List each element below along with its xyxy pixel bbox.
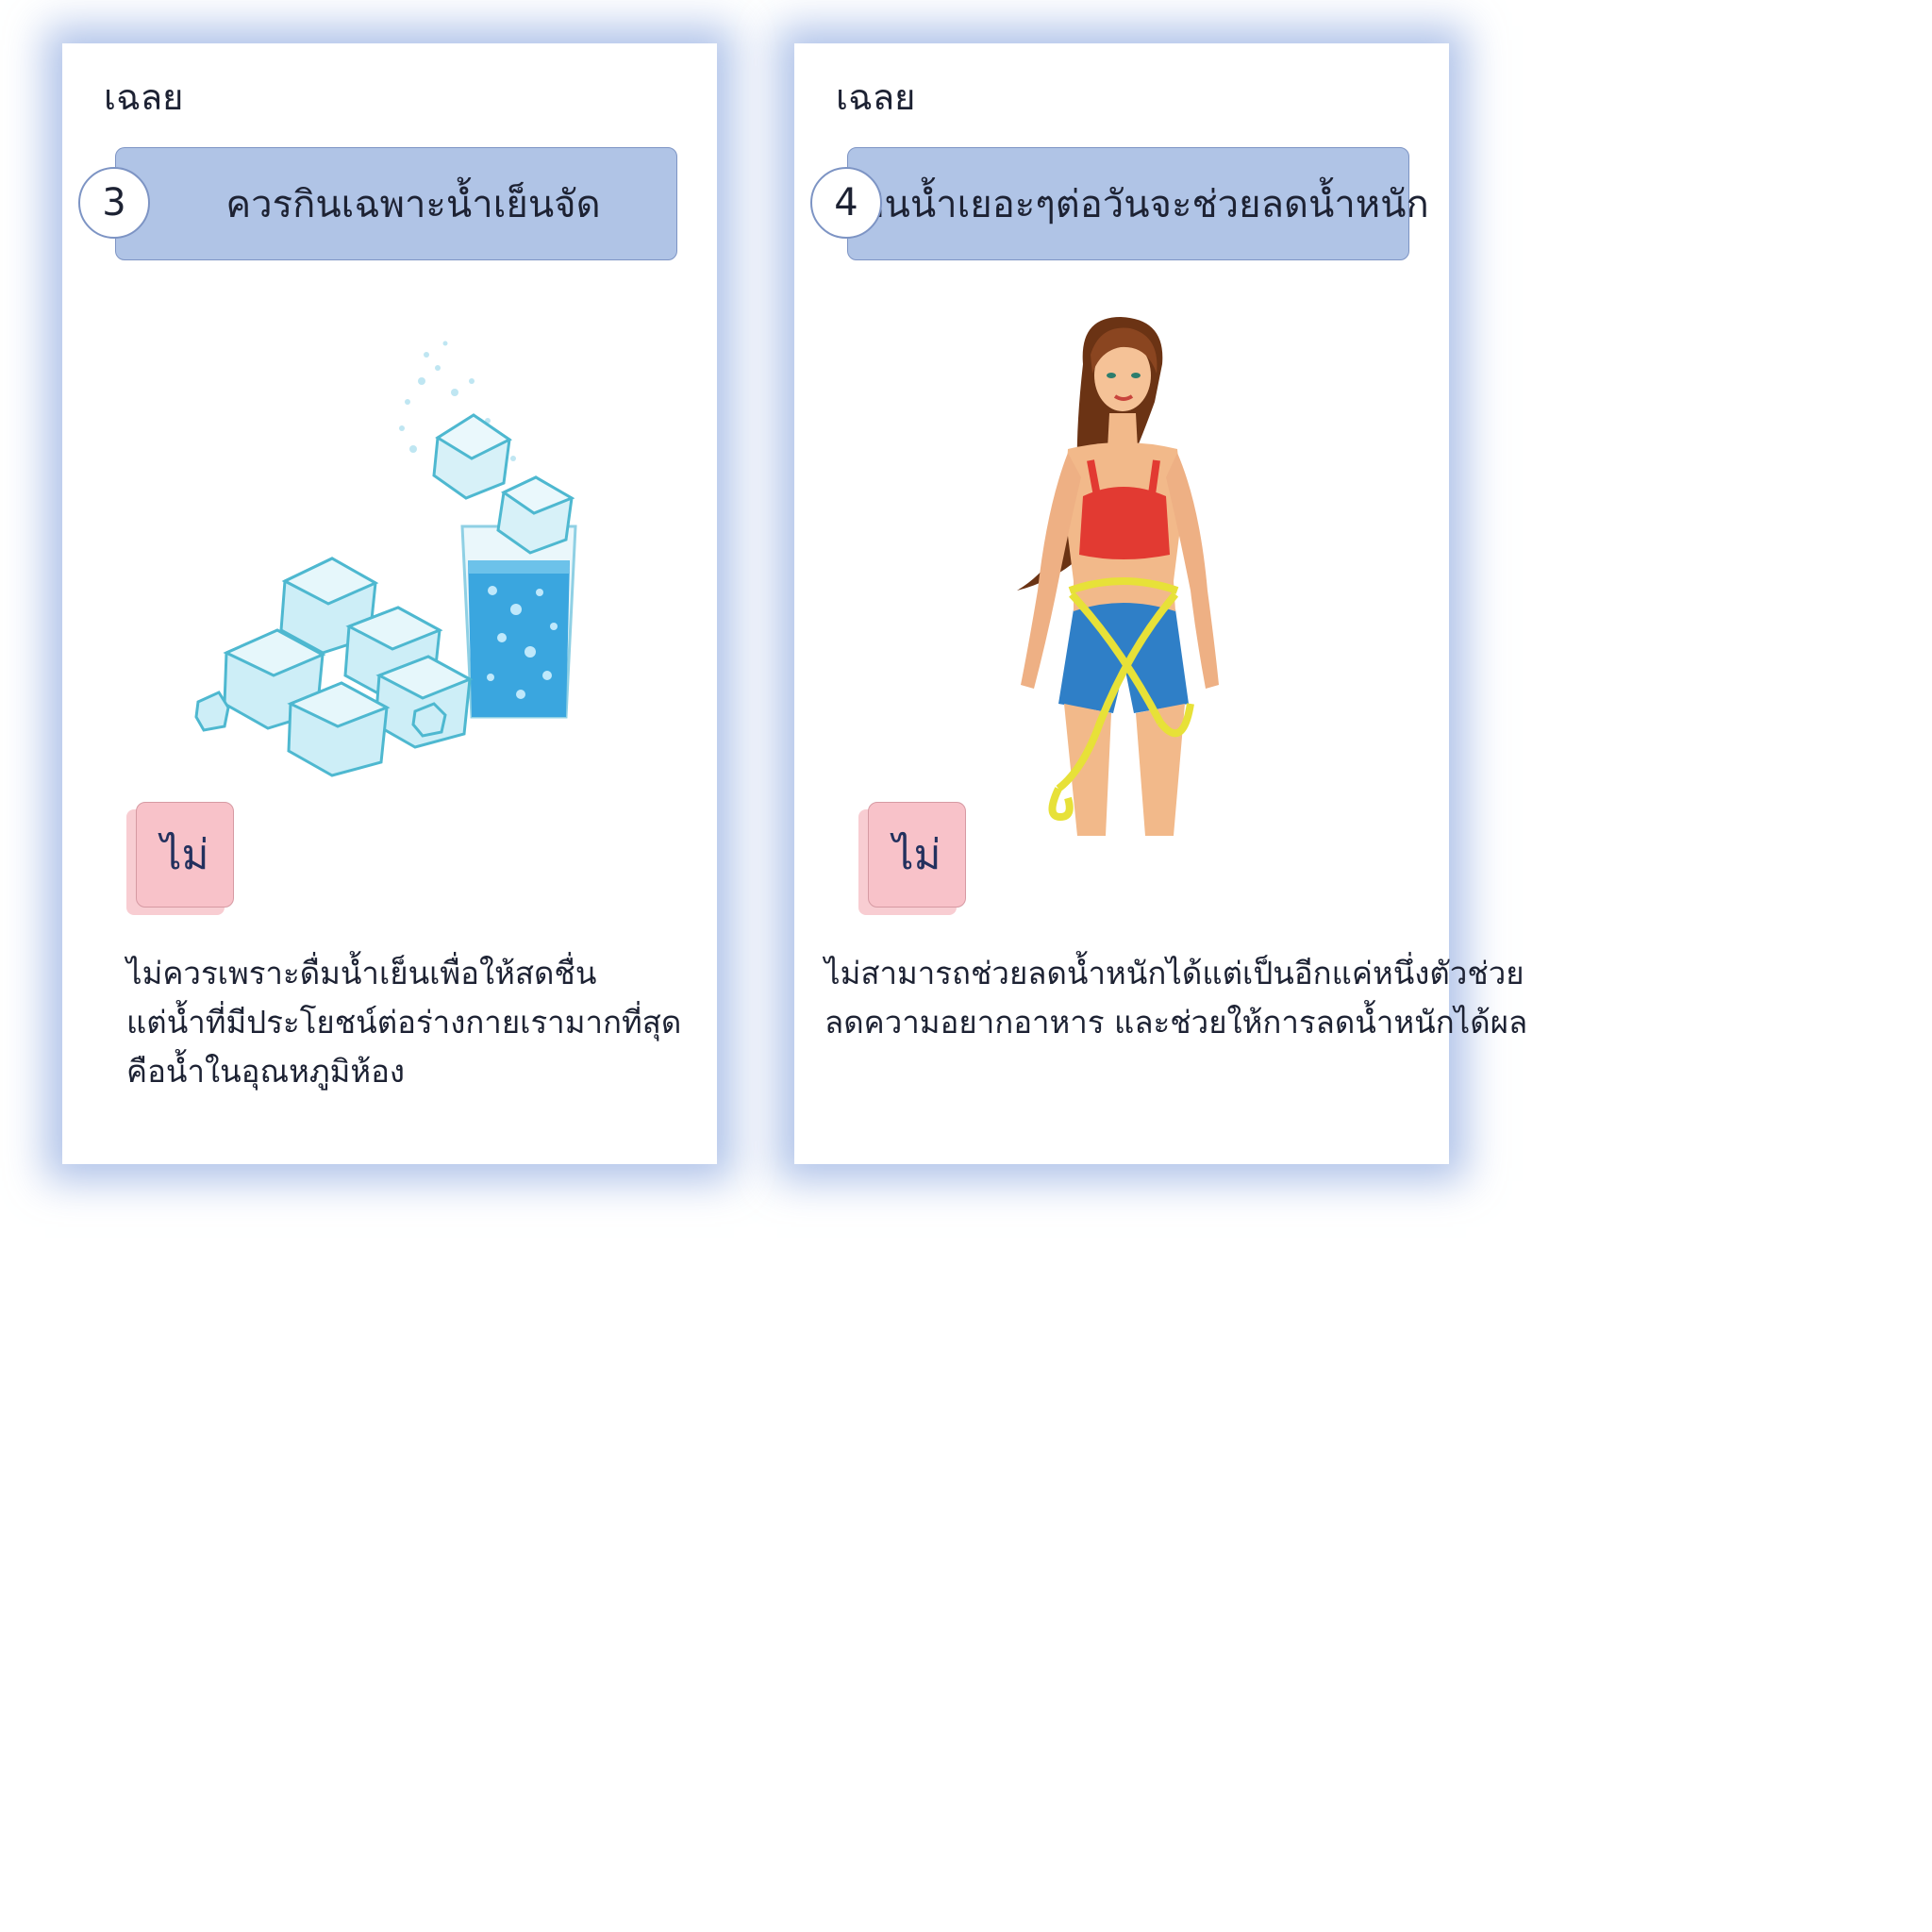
answer-badge: ไม่: [868, 802, 966, 908]
explanation-line: ไม่ควรเพราะดื่มน้ำเย็นเพื่อให้สดชื่น: [126, 955, 597, 991]
explanation-line: ไม่สามารถช่วยลดน้ำหนักได้แต่เป็นอีกแค่หน…: [824, 955, 1524, 991]
explanation: ไม่สามารถช่วยลดน้ำหนักได้แต่เป็นอีกแค่หน…: [824, 949, 1528, 1047]
quiz-card-3: เฉลย ควรกินเฉพาะน้ำเย็นจัด 3 ไม่ ไม่ควรเ…: [62, 43, 717, 1164]
question-bar: กินน้ำเยอะๆต่อวันจะช่วยลดน้ำหนัก: [847, 147, 1429, 260]
ice-cubes-illustration: [194, 341, 577, 777]
question-text: กินน้ำเยอะๆต่อวันจะช่วยลดน้ำหนัก: [861, 183, 1429, 226]
woman-measuring-waist-illustration: [1017, 317, 1219, 836]
question-text: ควรกินเฉพาะน้ำเย็นจัด: [225, 183, 601, 226]
explanation: ไม่ควรเพราะดื่มน้ำเย็นเพื่อให้สดชื่น แต่…: [126, 949, 702, 1096]
answer-label: เฉลย: [104, 76, 184, 118]
explanation-line: คือน้ำในอุณหภูมิห้อง: [126, 1053, 406, 1090]
question-number: 4: [810, 167, 882, 239]
answer-label: เฉลย: [836, 76, 916, 118]
question-bar: ควรกินเฉพาะน้ำเย็นจัด: [115, 147, 677, 260]
explanation-line: แต่น้ำที่มีประโยชน์ต่อร่างกายเรามากที่สุ…: [126, 1004, 682, 1041]
question-number: 3: [78, 167, 150, 239]
explanation-line: ลดความอยากอาหาร และช่วยให้การลดน้ำหนักได…: [824, 1004, 1528, 1041]
answer-badge: ไม่: [136, 802, 234, 908]
quiz-card-4: เฉลย กินน้ำเยอะๆต่อวันจะช่วยลดน้ำหนัก 4: [794, 43, 1528, 1164]
